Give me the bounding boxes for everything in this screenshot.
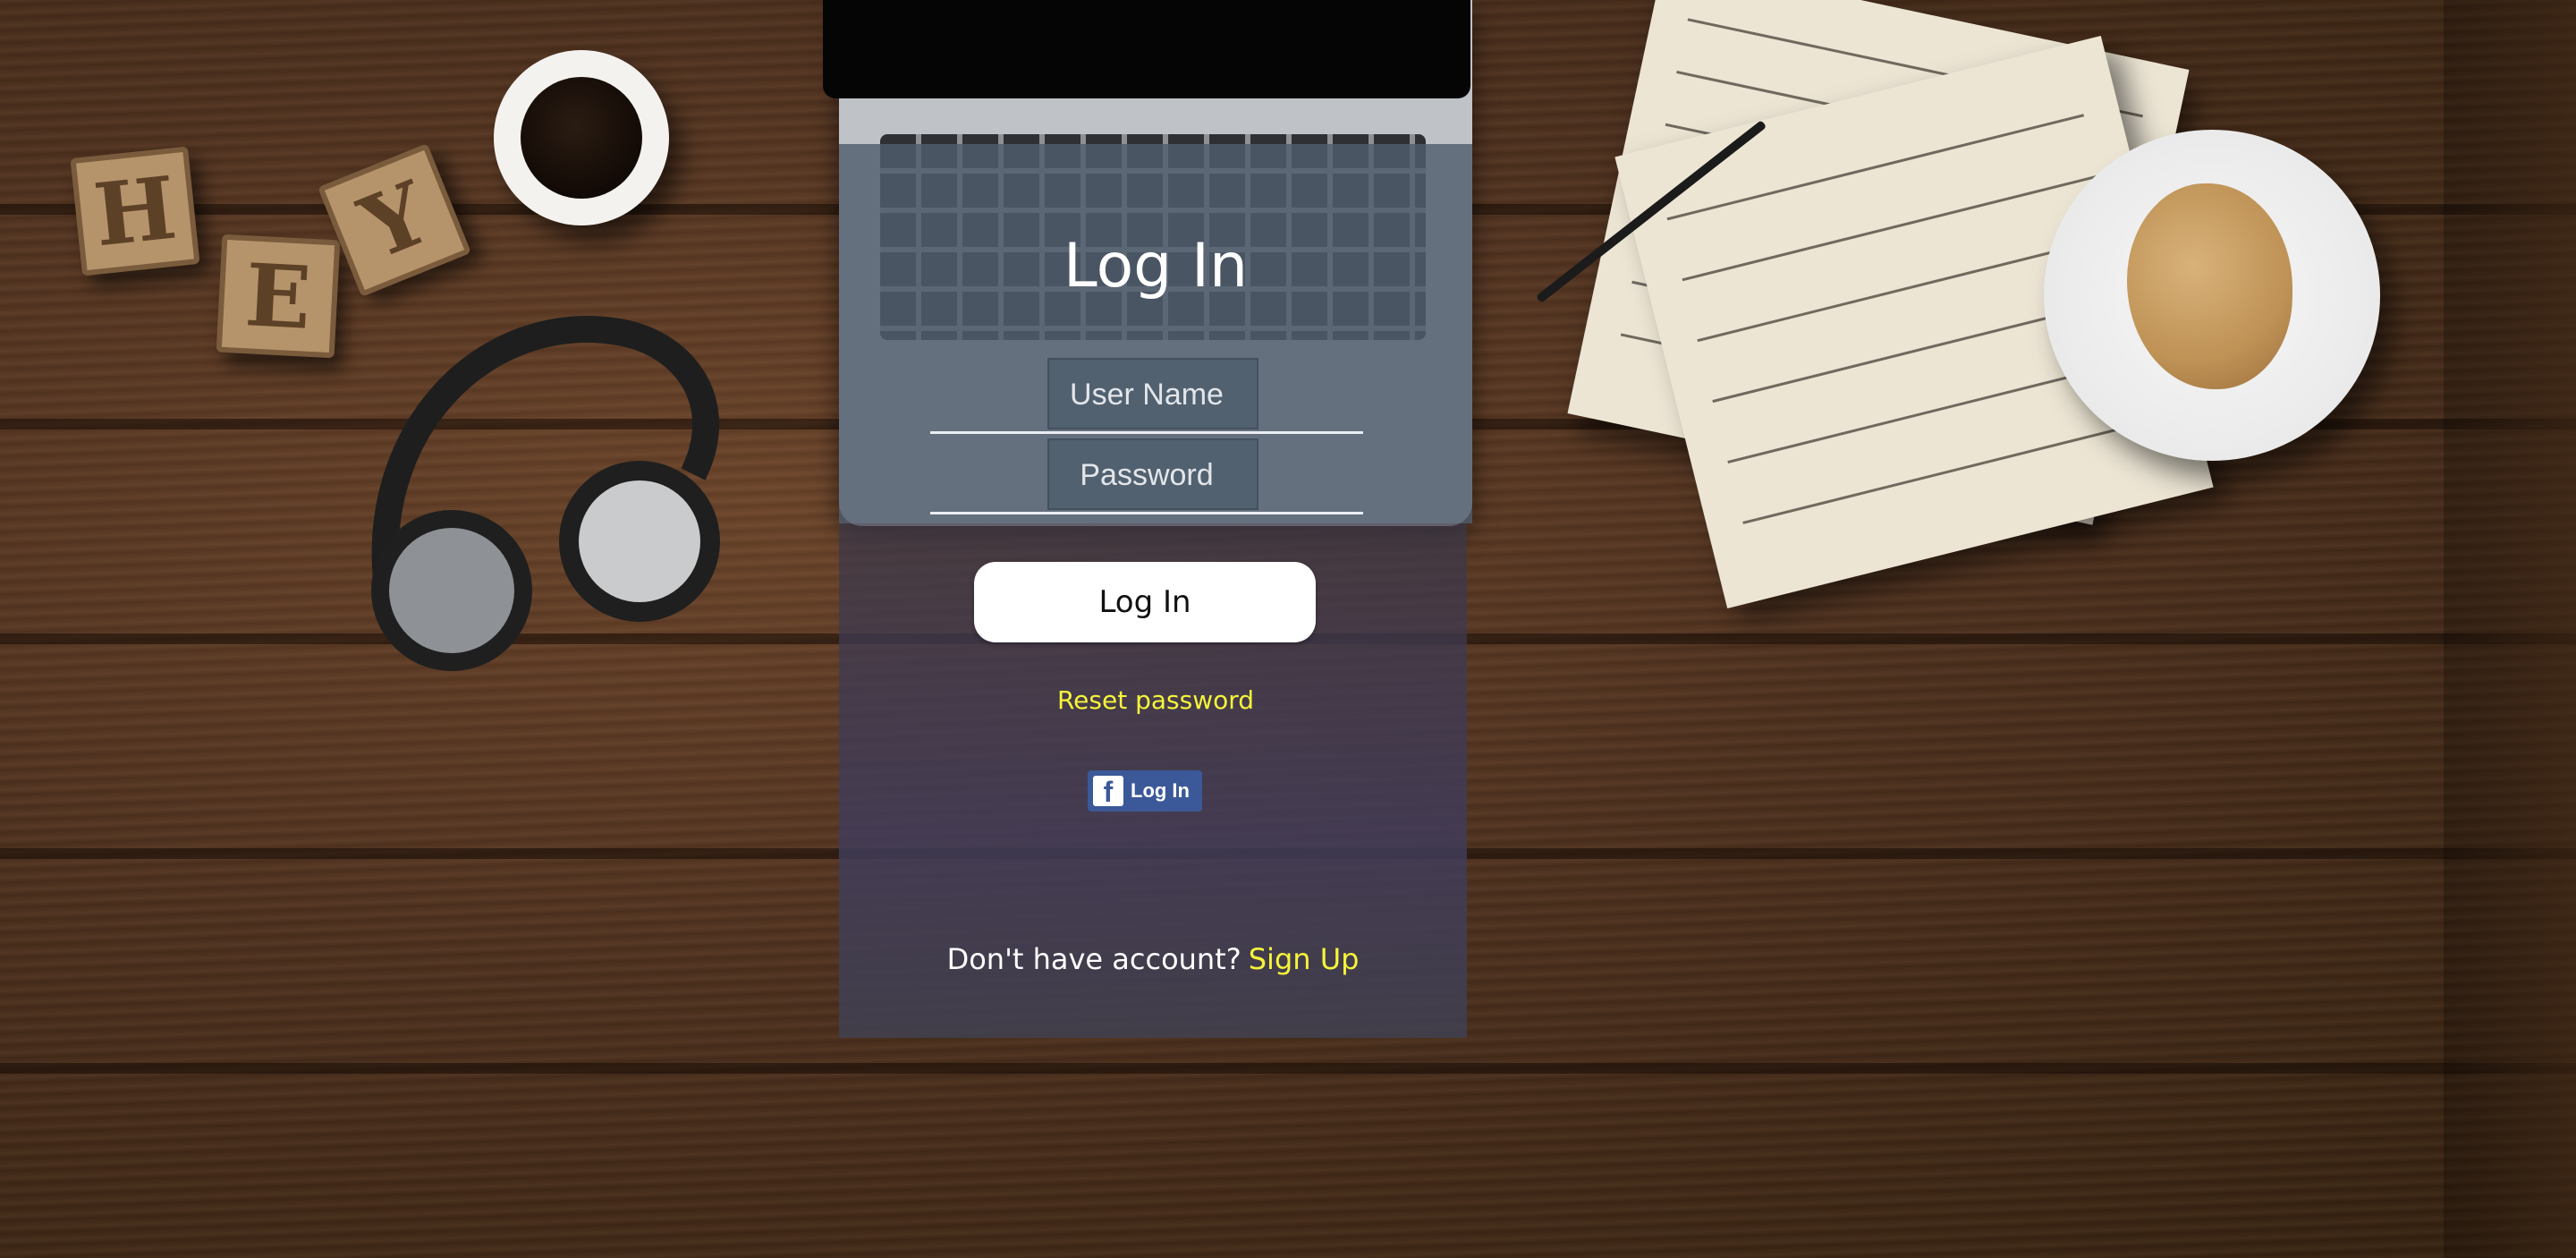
- background-edge-strip: [2444, 0, 2576, 1258]
- password-input[interactable]: [930, 438, 1363, 514]
- staff-line: [1682, 174, 2099, 282]
- letter-block-e: E: [216, 234, 341, 359]
- letter-block-text: H: [89, 157, 182, 266]
- letter-block-text: E: [242, 243, 314, 349]
- password-field: [930, 438, 1363, 514]
- staff-line: [1666, 114, 2085, 221]
- coffee-cup-image: [494, 50, 669, 225]
- facebook-login-button[interactable]: f Log In: [1088, 770, 1202, 812]
- signup-row: Don't have account? Sign Up: [839, 942, 1467, 976]
- letter-block-h: H: [70, 146, 200, 276]
- staff-line: [1742, 417, 2160, 524]
- headphones-image: [371, 316, 720, 671]
- username-field: [930, 358, 1363, 434]
- letter-block-text: Y: [347, 161, 442, 279]
- username-input[interactable]: [930, 358, 1363, 434]
- signup-link[interactable]: Sign Up: [1249, 942, 1360, 976]
- facebook-login-label: Log In: [1131, 779, 1190, 802]
- login-button[interactable]: Log In: [974, 562, 1316, 642]
- laptop-screen: [823, 0, 1470, 98]
- reset-password-link[interactable]: Reset password: [839, 685, 1472, 715]
- facebook-icon: f: [1093, 776, 1123, 806]
- login-title: Log In: [1063, 231, 1249, 302]
- signup-prompt: Don't have account?: [946, 942, 1241, 976]
